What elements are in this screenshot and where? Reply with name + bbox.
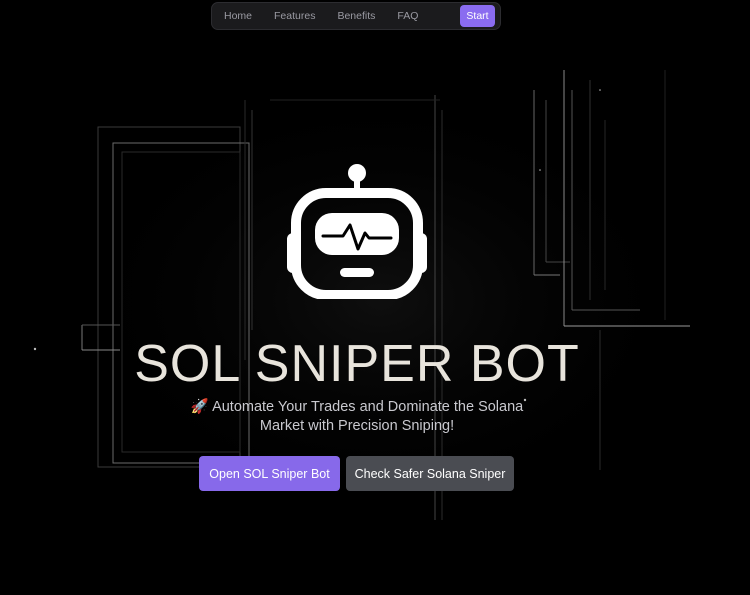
landing-page: Home Features Benefits FAQ Start SOL SNI… (0, 0, 750, 595)
nav-start-button[interactable]: Start (460, 5, 495, 27)
robot-head-icon (287, 164, 427, 299)
hero-title: SOL SNIPER BOT (134, 335, 580, 393)
hero-subtitle-text: Automate Your Trades and Dominate the So… (212, 399, 524, 434)
nav-home-link[interactable]: Home (224, 10, 252, 22)
rocket-icon: 🚀 (190, 399, 209, 415)
open-sol-sniper-bot-button[interactable]: Open SOL Sniper Bot (199, 456, 340, 491)
top-nav: Home Features Benefits FAQ Start (211, 2, 501, 30)
nav-faq-link[interactable]: FAQ (397, 10, 418, 22)
nav-benefits-link[interactable]: Benefits (337, 10, 375, 22)
hero-subtitle: 🚀 Automate Your Trades and Dominate the … (190, 398, 524, 436)
check-safer-solana-sniper-button[interactable]: Check Safer Solana Sniper (346, 456, 514, 491)
nav-features-link[interactable]: Features (274, 10, 315, 22)
